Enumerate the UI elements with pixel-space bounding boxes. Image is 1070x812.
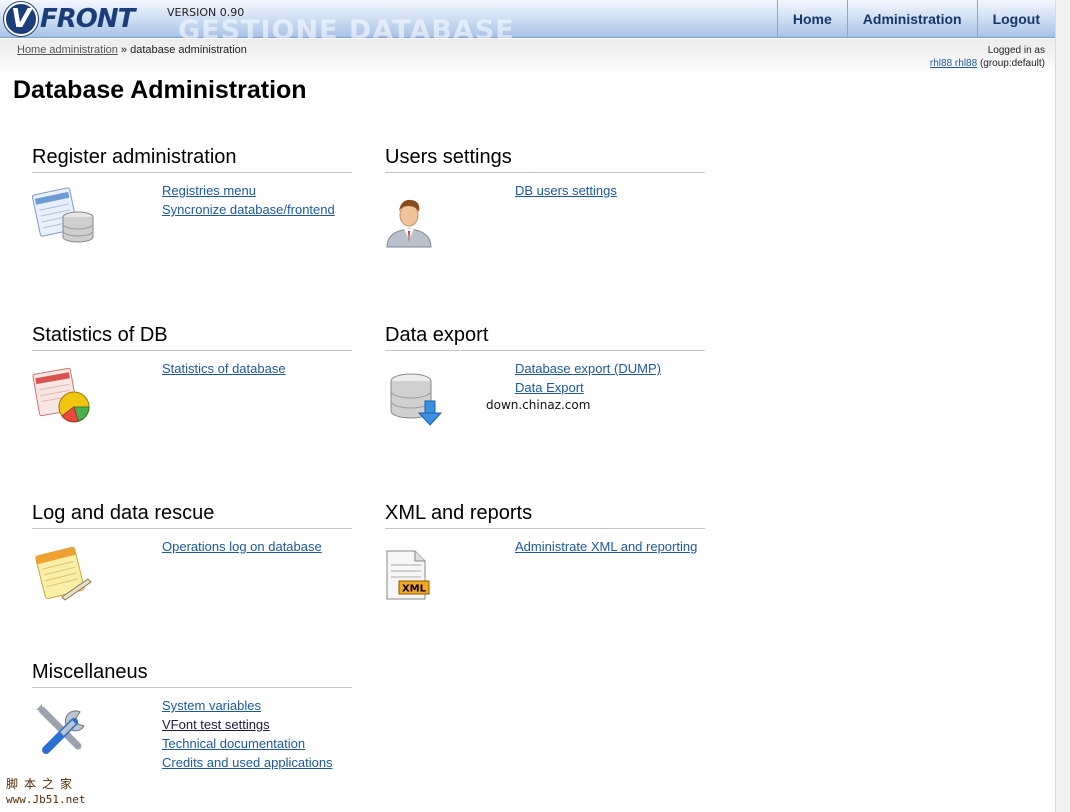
nav-administration[interactable]: Administration xyxy=(846,0,977,38)
section-log-and-data-rescue: Log and data rescue Operations log on da… xyxy=(32,501,352,601)
logo-v-emblem: V xyxy=(4,2,38,36)
logo-wordmark: FRONT xyxy=(40,4,135,34)
link-db-users-settings[interactable]: DB users settings xyxy=(515,181,617,200)
section-statistics-of-db: Statistics of DB Statistics of database xyxy=(32,323,352,423)
registry-database-icon xyxy=(31,185,96,249)
user-icon xyxy=(385,185,449,249)
notepad-log-icon xyxy=(32,541,96,605)
link-administrate-xml-reporting[interactable]: Administrate XML and reporting xyxy=(515,537,697,556)
user-group: (group:default) xyxy=(977,58,1045,69)
link-statistics-of-database[interactable]: Statistics of database xyxy=(162,359,286,378)
section-links: Statistics of database xyxy=(162,359,286,378)
section-title: Miscellaneus xyxy=(32,660,352,688)
section-links: Registries menu Syncronize database/fron… xyxy=(162,181,335,219)
section-title: Register administration xyxy=(32,145,352,173)
link-credits-used-applications[interactable]: Credits and used applications xyxy=(162,753,333,772)
section-title: XML and reports xyxy=(385,501,705,529)
link-syncronize-database[interactable]: Syncronize database/frontend xyxy=(162,200,335,219)
login-info: Logged in as rhl88 rhl88 (group:default) xyxy=(930,44,1045,70)
logged-in-label: Logged in as xyxy=(987,45,1045,56)
section-title: Log and data rescue xyxy=(32,501,352,529)
corner-watermark-url: www.Jb51.net xyxy=(6,793,86,806)
section-miscellaneus: Miscellaneus System variables VFont test… xyxy=(32,660,352,770)
section-users-settings: Users settings DB users settings xyxy=(385,145,705,248)
link-technical-documentation[interactable]: Technical documentation xyxy=(162,734,333,753)
section-title: Users settings xyxy=(385,145,705,173)
top-nav: Home Administration Logout xyxy=(776,0,1055,38)
section-title: Data export xyxy=(385,323,705,351)
link-data-export[interactable]: Data Export xyxy=(515,378,661,397)
corner-watermark: 脚本之家 www.Jb51.net xyxy=(6,776,85,808)
section-links: Database export (DUMP) Data Export xyxy=(515,359,661,397)
section-links: Operations log on database xyxy=(162,537,322,556)
overlay-watermark-text: down.chinaz.com xyxy=(486,398,591,412)
window-scrollbar[interactable] xyxy=(1055,0,1070,812)
database-export-icon xyxy=(385,363,449,427)
link-registries-menu[interactable]: Registries menu xyxy=(162,181,335,200)
top-header-bar: V FRONT VERSION 0.90 GESTIONE DATABASE H… xyxy=(0,0,1055,46)
section-xml-and-reports: XML and reports XML Administrate XML and… xyxy=(385,501,705,600)
link-database-export-dump[interactable]: Database export (DUMP) xyxy=(515,359,661,378)
breadcrumb-current: database administration xyxy=(130,44,247,56)
section-data-export: Data export Database export (DUMP) Data … xyxy=(385,323,705,426)
tools-icon xyxy=(32,700,96,764)
section-register-administration: Register administration Registries menu … xyxy=(31,145,352,243)
nav-logout[interactable]: Logout xyxy=(976,0,1055,38)
section-links: Administrate XML and reporting xyxy=(515,537,697,556)
link-vfont-test-settings[interactable]: VFont test settings xyxy=(162,715,333,734)
xml-document-icon: XML xyxy=(385,541,449,605)
pie-chart-icon xyxy=(32,363,96,427)
nav-home[interactable]: Home xyxy=(776,0,847,38)
section-links: System variables VFont test settings Tec… xyxy=(162,696,333,772)
breadcrumb: Home administration » database administr… xyxy=(17,44,247,56)
user-link[interactable]: rhl88 rhl88 xyxy=(930,58,977,69)
vfront-logo[interactable]: V FRONT xyxy=(4,2,135,36)
section-title: Statistics of DB xyxy=(32,323,352,351)
link-operations-log[interactable]: Operations log on database xyxy=(162,537,322,556)
page-title: Database Administration xyxy=(13,76,307,104)
link-system-variables[interactable]: System variables xyxy=(162,696,333,715)
breadcrumb-home-link[interactable]: Home administration xyxy=(17,44,118,56)
sub-header-bar: Home administration » database administr… xyxy=(0,39,1055,75)
section-links: DB users settings xyxy=(515,181,617,200)
breadcrumb-separator: » xyxy=(117,44,131,56)
corner-watermark-cjk: 脚本之家 xyxy=(6,777,79,791)
svg-text:XML: XML xyxy=(402,584,427,595)
